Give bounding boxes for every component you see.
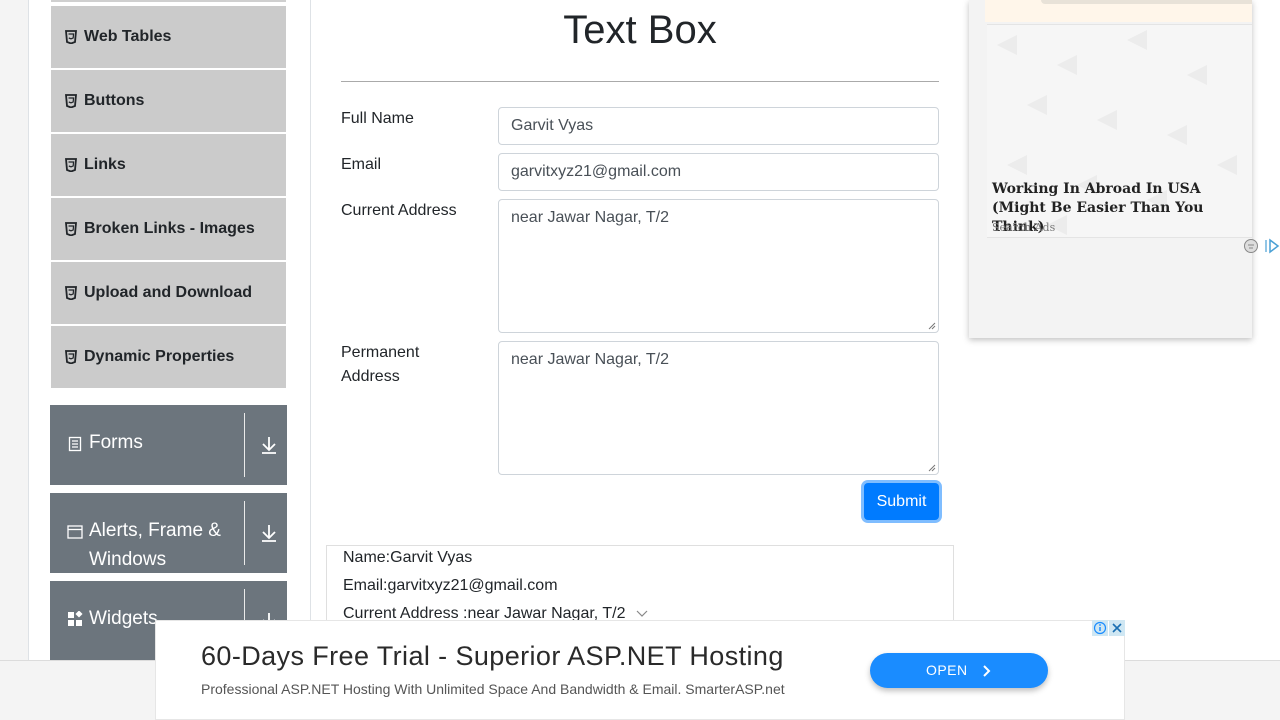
sidebar-item-label: Upload and Download xyxy=(84,284,252,301)
html5-icon xyxy=(65,30,77,44)
sidebar-item-web-tables[interactable]: Web Tables xyxy=(51,6,286,68)
html5-icon xyxy=(65,350,77,364)
page: Web Tables Buttons Links Broken Links - … xyxy=(0,0,1280,720)
sidebar-item-links[interactable]: Links xyxy=(51,134,286,196)
window-icon xyxy=(67,525,83,539)
ad-source[interactable]: Search Ads xyxy=(992,221,1055,234)
divider xyxy=(244,413,245,477)
side-advertisement[interactable]: Working In Abroad In USA (Might Be Easie… xyxy=(969,0,1252,338)
sidebar-item-dynamic-properties[interactable]: Dynamic Properties xyxy=(51,326,286,388)
close-icon[interactable] xyxy=(1109,620,1125,636)
permanent-address-textarea[interactable]: near Jawar Nagar, T/2 xyxy=(498,341,939,475)
html5-icon xyxy=(65,222,77,236)
widgets-icon xyxy=(68,611,83,626)
current-address-value: near Jawar Nagar, T/2 xyxy=(511,209,670,226)
permanent-address-label: Permanent Address xyxy=(341,344,420,385)
chevron-down-icon xyxy=(636,610,648,617)
full-name-input[interactable]: Garvit Vyas xyxy=(498,107,939,145)
banner-title[interactable]: 60-Days Free Trial - Superior ASP.NET Ho… xyxy=(201,641,784,672)
ad-pill xyxy=(1041,0,1252,4)
sidebar-item-label: Buttons xyxy=(84,92,145,109)
sidebar-item-label: Links xyxy=(84,156,126,173)
banner-subtitle: Professional ASP.NET Hosting With Unlimi… xyxy=(201,681,785,697)
html5-icon xyxy=(65,94,77,108)
email-input[interactable]: garvitxyz21@gmail.com xyxy=(498,153,939,191)
current-address-textarea[interactable]: near Jawar Nagar, T/2 xyxy=(498,199,939,333)
submit-button[interactable]: Submit xyxy=(864,483,939,520)
html5-icon xyxy=(65,286,77,300)
output-name: Name:Garvit Vyas xyxy=(343,549,473,566)
html5-icon xyxy=(65,158,77,172)
sidebar-item-label: Broken Links - Images xyxy=(84,220,255,237)
group-label: Alerts, Frame & Windows xyxy=(89,520,221,570)
resize-handle-icon[interactable] xyxy=(928,322,936,330)
sidebar: Web Tables Buttons Links Broken Links - … xyxy=(50,0,287,660)
sidebar-item-label: Dynamic Properties xyxy=(84,348,235,365)
info-icon[interactable] xyxy=(1092,620,1108,636)
output-email: Email:garvitxyz21@gmail.com xyxy=(343,577,558,594)
sidebar-group-forms[interactable]: Forms xyxy=(50,405,287,485)
sidebar-item-buttons[interactable]: Buttons xyxy=(51,70,286,132)
current-address-label: Current Address xyxy=(341,202,457,219)
sidebar-item-label: Web Tables xyxy=(84,28,172,45)
sidebar-item-previous[interactable] xyxy=(51,0,286,4)
divider xyxy=(244,501,245,565)
sidebar-divider xyxy=(310,0,311,660)
bottom-advertisement[interactable]: 60-Days Free Trial - Superior ASP.NET Ho… xyxy=(155,620,1125,720)
banner-open-label: OPEN xyxy=(925,662,968,678)
chevron-right-icon xyxy=(983,665,991,678)
group-label: Forms xyxy=(89,432,143,453)
resize-handle-icon[interactable] xyxy=(928,464,936,472)
adchoices-icon[interactable] xyxy=(1242,238,1280,254)
sidebar-item-broken-links[interactable]: Broken Links - Images xyxy=(51,198,286,260)
title-divider xyxy=(341,81,939,82)
permanent-address-value: near Jawar Nagar, T/2 xyxy=(511,351,670,368)
email-label: Email xyxy=(341,156,382,173)
output-panel: Name:Garvit Vyas Email:garvitxyz21@gmail… xyxy=(326,545,954,625)
ad-top-strip xyxy=(985,0,1252,22)
banner-open-button[interactable]: OPEN xyxy=(870,653,1048,688)
sidebar-group-alerts[interactable]: Alerts, Frame & Windows xyxy=(50,493,287,573)
download-arrow-icon[interactable] xyxy=(260,435,278,455)
sidebar-item-upload-download[interactable]: Upload and Download xyxy=(51,262,286,324)
page-title: Text Box xyxy=(563,8,717,52)
banner-controls xyxy=(1092,620,1125,636)
form-icon xyxy=(68,436,82,452)
download-arrow-icon[interactable] xyxy=(260,523,278,543)
full-name-label: Full Name xyxy=(341,110,414,127)
